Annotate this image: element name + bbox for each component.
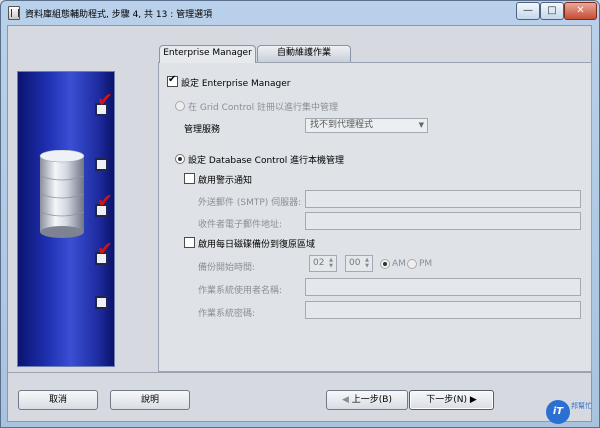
minimize-icon: — — [523, 5, 533, 16]
minimize-button[interactable]: — — [516, 2, 540, 20]
window-title: 資料庫組態輔助程式, 步驟 4, 共 13 : 管理選項 — [25, 10, 213, 20]
tab-enterprise-manager[interactable]: Enterprise Manager — [159, 45, 256, 63]
configure-em-checkbox[interactable] — [167, 74, 178, 87]
help-button[interactable]: 說明 — [110, 390, 190, 410]
maximize-button[interactable]: □ — [540, 2, 564, 20]
smtp-field[interactable] — [305, 190, 581, 208]
back-label: 上一步(B) — [351, 395, 392, 405]
pm-radio[interactable] — [407, 259, 417, 269]
spinner-arrows-icon: ▲ ▼ — [365, 257, 369, 269]
tab-automatic-maintenance[interactable]: 自動維護作業 — [257, 45, 351, 62]
step-2-box — [95, 158, 108, 171]
backup-minute-value: 00 — [349, 258, 361, 268]
watermark-logo: iT — [546, 400, 570, 424]
pm-label: PM — [419, 259, 433, 269]
backup-time-label: 備份開始時間: — [198, 263, 256, 273]
smtp-label: 外送郵件 (SMTP) 伺服器: — [198, 198, 302, 208]
step-1-check-icon: ✔ — [97, 89, 113, 111]
grid-control-radio[interactable] — [175, 101, 185, 111]
back-button[interactable]: ◀ 上一步(B) — [326, 390, 408, 410]
os-username-field[interactable] — [305, 278, 581, 296]
configure-em-label: 設定 Enterprise Manager — [181, 79, 291, 89]
backup-minute-stepper[interactable]: 00 ▲ ▼ — [345, 255, 373, 272]
email-notify-checkbox[interactable] — [184, 173, 195, 184]
email-notify-label: 啟用警示通知 — [198, 176, 253, 186]
management-service-value: 找不到代理程式 — [310, 120, 374, 130]
os-password-field[interactable] — [305, 301, 581, 319]
watermark-text: 邦幫忙 — [571, 402, 592, 410]
backup-hour-value: 02 — [313, 258, 325, 268]
step-5-box — [95, 296, 108, 309]
os-password-label: 作業系統密碼: — [198, 309, 256, 319]
back-arrow-icon: ◀ — [342, 395, 352, 405]
next-arrow-icon: ▶ — [466, 395, 477, 405]
os-username-label: 作業系統使用者名稱: — [198, 286, 283, 296]
next-button[interactable]: 下一步(N) ▶ — [409, 390, 494, 410]
cancel-button[interactable]: 取消 — [18, 390, 98, 410]
backup-hour-stepper[interactable]: 02 ▲ ▼ — [309, 255, 337, 272]
management-service-label: 管理服務 — [184, 125, 221, 135]
grid-control-label: 在 Grid Control 註冊以進行集中管理 — [188, 103, 339, 113]
db-control-radio[interactable] — [175, 154, 185, 164]
daily-backup-label: 啟用每日磁碟備份到復原區域 — [198, 240, 316, 250]
am-radio[interactable] — [380, 259, 390, 269]
management-service-select[interactable]: 找不到代理程式 ▼ — [305, 118, 428, 133]
step-illustration-panel: ✔ ✔ ✔ — [17, 71, 115, 367]
daily-backup-checkbox[interactable] — [184, 237, 195, 248]
db-control-label: 設定 Database Control 進行本機管理 — [188, 156, 345, 166]
step-3-check-icon: ✔ — [97, 190, 113, 212]
chevron-down-icon: ▼ — [418, 121, 424, 129]
maximize-icon: □ — [547, 5, 557, 16]
step-4-check-icon: ✔ — [97, 238, 113, 260]
site-watermark: iT 邦幫忙 — [546, 400, 596, 424]
recipient-label: 收件者電子郵件地址: — [198, 220, 283, 230]
database-icon — [39, 150, 85, 238]
app-icon — [8, 6, 20, 20]
title-bar[interactable]: 資料庫組態輔助程式, 步驟 4, 共 13 : 管理選項 — □ ✕ — [1, 1, 599, 27]
footer-divider — [8, 372, 591, 373]
spinner-arrows-icon: ▲ ▼ — [329, 257, 333, 269]
close-button[interactable]: ✕ — [564, 2, 597, 20]
close-icon: ✕ — [576, 5, 585, 16]
recipient-field[interactable] — [305, 212, 581, 230]
dialog-client-area: ✔ ✔ ✔ Enterprise Manager 自動維護作業 設定 Enter… — [7, 25, 592, 422]
am-label: AM — [392, 259, 406, 269]
next-label: 下一步(N) — [426, 395, 467, 405]
